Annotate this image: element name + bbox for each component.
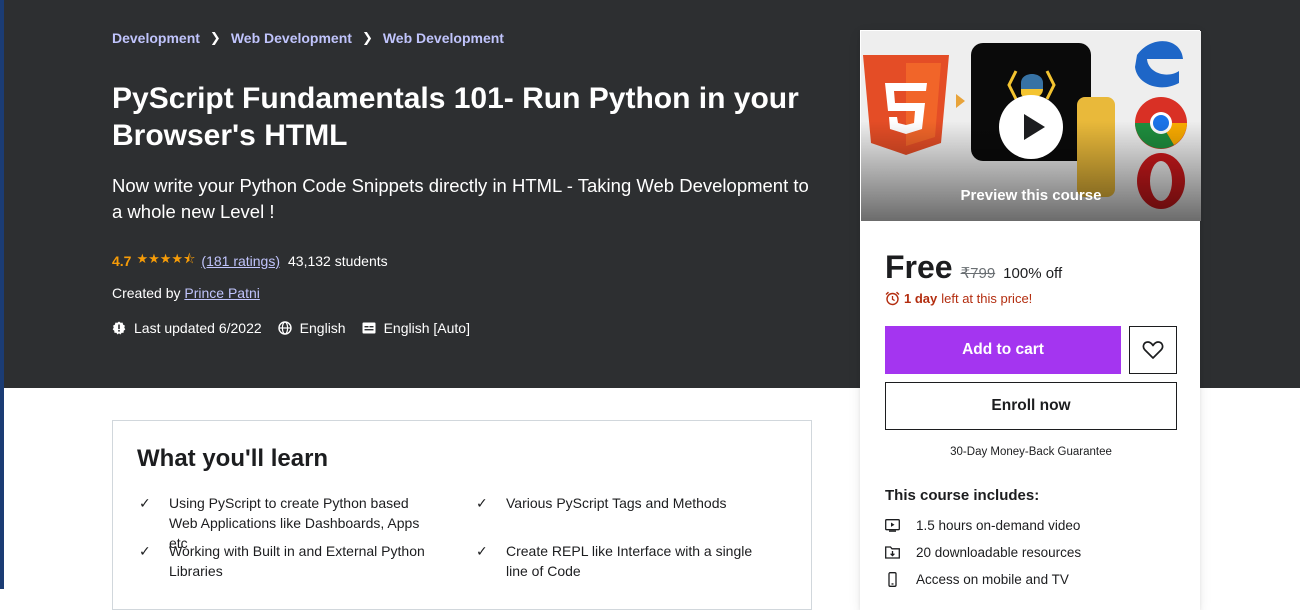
preview-label: Preview this course (960, 187, 1102, 204)
discount-percent: 100% off (1003, 265, 1063, 282)
timer-duration: 1 day (904, 291, 938, 306)
purchase-sidebar: Preview this course Free ₹799 100% off 1… (860, 30, 1201, 610)
students-count: 43,132 students (288, 253, 388, 269)
includes-title: This course includes: (885, 487, 1040, 504)
video-icon (885, 519, 900, 532)
star-rating-icon: ★★★★⯪ (136, 251, 196, 266)
breadcrumb: Development ❯ Web Development ❯ Web Deve… (112, 30, 504, 46)
rating-value: 4.7 (112, 253, 132, 269)
created-by-label: Created by (112, 285, 181, 301)
language-text: English (299, 320, 346, 336)
created-by: Created by Prince Patni (112, 285, 260, 301)
breadcrumb-item-web-development-topic[interactable]: Web Development (383, 30, 504, 46)
play-icon (1024, 114, 1045, 140)
chevron-right-icon: ❯ (361, 30, 373, 45)
original-price: ₹799 (960, 265, 996, 282)
include-item-text: Access on mobile and TV (916, 572, 1069, 587)
language: English (277, 320, 346, 336)
course-meta: Last updated 6/2022 English English [Aut… (112, 320, 486, 336)
closed-captions-icon (362, 322, 376, 334)
mobile-device-icon (888, 572, 897, 587)
ratings-count-link[interactable]: (181 ratings) (201, 253, 280, 269)
captions: English [Auto] (362, 320, 470, 336)
heart-icon (1142, 341, 1164, 359)
instructor-link[interactable]: Prince Patni (184, 285, 259, 301)
breadcrumb-item-development[interactable]: Development (112, 30, 200, 46)
last-updated: Last updated 6/2022 (112, 320, 262, 336)
course-subtitle: Now write your Python Code Snippets dire… (112, 175, 809, 222)
money-back-guarantee: 30-Day Money-Back Guarantee (950, 446, 1112, 458)
alarm-clock-icon (885, 291, 900, 306)
last-updated-text: Last updated 6/2022 (134, 320, 262, 336)
learn-item-text: Create REPL like Interface with a single… (506, 543, 753, 579)
learn-item-text: Working with Built in and External Pytho… (169, 543, 425, 579)
breadcrumb-item-web-development[interactable]: Web Development (231, 30, 352, 46)
learn-item: ✓ Create REPL like Interface with a sing… (474, 541, 764, 581)
learn-title: What you'll learn (137, 445, 329, 472)
timer-text: left at this price! (941, 291, 1033, 306)
add-to-cart-button[interactable]: Add to cart (885, 326, 1121, 374)
include-item: 20 downloadable resources (885, 545, 1081, 560)
course-title: PyScript Fundamentals 101- Run Python in… (112, 82, 799, 152)
wishlist-button[interactable] (1129, 326, 1177, 374)
current-price: Free (885, 249, 953, 285)
captions-text: English [Auto] (383, 320, 470, 336)
course-preview[interactable]: Preview this course (861, 31, 1201, 221)
rating-row: 4.7 ★★★★⯪ (181 ratings) 43,132 students (112, 250, 388, 272)
learn-item: ✓ Various PyScript Tags and Methods (474, 493, 764, 513)
what-youll-learn-box: What you'll learn ✓ Using PyScript to cr… (112, 420, 812, 610)
price-timer: 1 day left at this price! (885, 291, 1032, 306)
globe-icon (277, 321, 292, 335)
check-icon: ✓ (476, 495, 488, 511)
include-item: 1.5 hours on-demand video (885, 518, 1080, 533)
download-folder-icon (885, 546, 900, 559)
check-icon: ✓ (139, 543, 151, 559)
include-item-text: 20 downloadable resources (916, 545, 1082, 560)
learn-item: ✓ Working with Built in and External Pyt… (137, 541, 427, 581)
check-icon: ✓ (476, 543, 488, 559)
learn-item-text: Various PyScript Tags and Methods (506, 495, 727, 511)
chevron-right-icon: ❯ (209, 30, 221, 45)
include-item-text: 1.5 hours on-demand video (916, 518, 1081, 533)
include-item: Access on mobile and TV (885, 572, 1069, 587)
play-button[interactable] (999, 95, 1063, 159)
price-row: Free ₹799 100% off (885, 249, 1062, 286)
enroll-now-button[interactable]: Enroll now (885, 382, 1177, 430)
alert-badge-icon (112, 321, 126, 335)
